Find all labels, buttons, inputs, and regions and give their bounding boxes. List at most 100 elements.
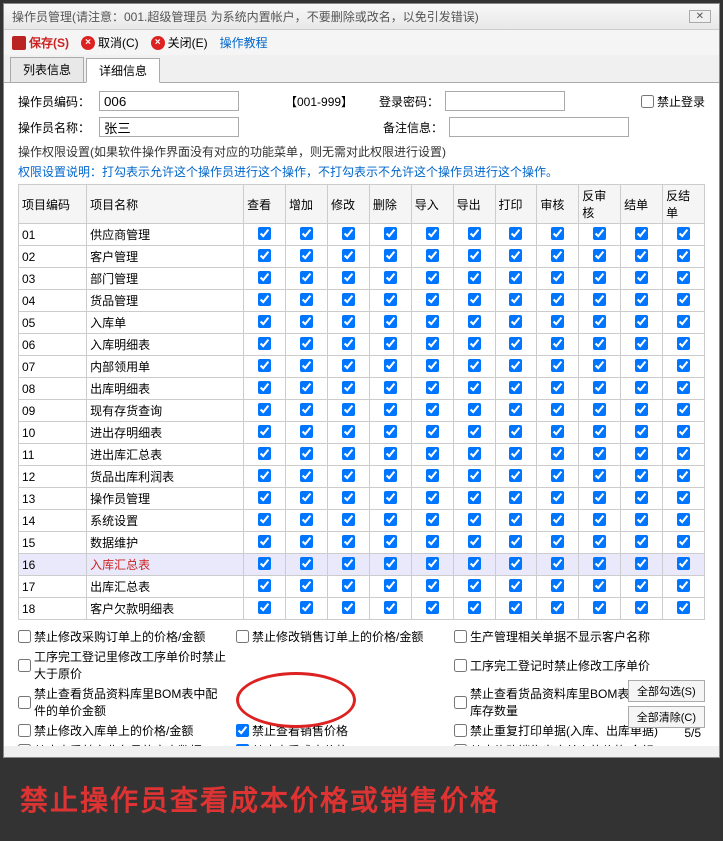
operator-code-input[interactable] — [99, 91, 239, 111]
tab-detail-info[interactable]: 详细信息 — [86, 58, 160, 83]
perm-checkbox[interactable] — [384, 513, 397, 526]
perm-checkbox[interactable] — [300, 271, 313, 284]
table-row[interactable]: 16入库汇总表 — [19, 554, 705, 576]
perm-checkbox[interactable] — [258, 381, 271, 394]
perm-checkbox[interactable] — [300, 249, 313, 262]
perm-checkbox[interactable] — [342, 381, 355, 394]
perm-checkbox[interactable] — [551, 403, 564, 416]
perm-checkbox[interactable] — [258, 337, 271, 350]
perm-checkbox[interactable] — [509, 425, 522, 438]
table-row[interactable]: 09现有存货查询 — [19, 400, 705, 422]
perm-checkbox[interactable] — [635, 337, 648, 350]
table-row[interactable]: 06入库明细表 — [19, 334, 705, 356]
perm-checkbox[interactable] — [384, 227, 397, 240]
perm-checkbox[interactable] — [635, 513, 648, 526]
perm-checkbox[interactable] — [426, 601, 439, 614]
perm-checkbox[interactable] — [342, 227, 355, 240]
clear-all-button[interactable]: 全部清除(C) — [628, 706, 705, 728]
perm-checkbox[interactable] — [551, 491, 564, 504]
perm-checkbox[interactable] — [509, 557, 522, 570]
password-input[interactable] — [445, 91, 565, 111]
perm-checkbox[interactable] — [258, 557, 271, 570]
perm-checkbox[interactable] — [551, 271, 564, 284]
table-row[interactable]: 02客户管理 — [19, 246, 705, 268]
perm-checkbox[interactable] — [468, 337, 481, 350]
perm-checkbox[interactable] — [677, 513, 690, 526]
perm-checkbox[interactable] — [384, 579, 397, 592]
perm-checkbox[interactable] — [426, 491, 439, 504]
perm-checkbox[interactable] — [677, 403, 690, 416]
perm-checkbox[interactable] — [468, 557, 481, 570]
perm-checkbox[interactable] — [509, 249, 522, 262]
perm-checkbox[interactable] — [677, 227, 690, 240]
perm-checkbox[interactable] — [509, 381, 522, 394]
window-close-button[interactable]: ✕ — [689, 10, 711, 23]
perm-checkbox[interactable] — [342, 535, 355, 548]
perm-checkbox[interactable] — [468, 513, 481, 526]
perm-checkbox[interactable] — [258, 227, 271, 240]
perm-checkbox[interactable] — [258, 579, 271, 592]
perm-checkbox[interactable] — [384, 491, 397, 504]
perm-checkbox[interactable] — [300, 425, 313, 438]
table-row[interactable]: 14系统设置 — [19, 510, 705, 532]
perm-checkbox[interactable] — [677, 359, 690, 372]
perm-checkbox[interactable] — [426, 403, 439, 416]
perm-checkbox[interactable] — [342, 403, 355, 416]
table-row[interactable]: 12货品出库利润表 — [19, 466, 705, 488]
perm-checkbox[interactable] — [509, 579, 522, 592]
perm-checkbox[interactable] — [468, 447, 481, 460]
perm-checkbox[interactable] — [384, 447, 397, 460]
restriction-checkbox[interactable]: 禁止修改销售订单上的价格/金额 — [236, 628, 446, 645]
perm-checkbox[interactable] — [677, 601, 690, 614]
perm-checkbox[interactable] — [677, 249, 690, 262]
restriction-checkbox[interactable]: 禁止修改入库单上的价格/金额 — [18, 722, 228, 739]
perm-checkbox[interactable] — [342, 359, 355, 372]
save-button[interactable]: 保存(S) — [12, 34, 69, 51]
table-row[interactable]: 03部门管理 — [19, 268, 705, 290]
perm-checkbox[interactable] — [635, 403, 648, 416]
perm-checkbox[interactable] — [342, 513, 355, 526]
perm-checkbox[interactable] — [426, 469, 439, 482]
perm-checkbox[interactable] — [593, 271, 606, 284]
perm-checkbox[interactable] — [468, 491, 481, 504]
restriction-checkbox[interactable]: 禁止查看其它业务员的客户数据 — [18, 742, 228, 746]
perm-checkbox[interactable] — [468, 425, 481, 438]
perm-checkbox[interactable] — [593, 469, 606, 482]
perm-checkbox[interactable] — [300, 315, 313, 328]
perm-checkbox[interactable] — [509, 535, 522, 548]
perm-checkbox[interactable] — [468, 359, 481, 372]
perm-checkbox[interactable] — [677, 271, 690, 284]
perm-checkbox[interactable] — [468, 579, 481, 592]
perm-checkbox[interactable] — [593, 403, 606, 416]
tab-list-info[interactable]: 列表信息 — [10, 57, 84, 82]
perm-checkbox[interactable] — [635, 359, 648, 372]
perm-checkbox[interactable] — [384, 293, 397, 306]
perm-checkbox[interactable] — [509, 513, 522, 526]
perm-checkbox[interactable] — [593, 601, 606, 614]
perm-checkbox[interactable] — [258, 249, 271, 262]
perm-checkbox[interactable] — [635, 227, 648, 240]
perm-checkbox[interactable] — [342, 447, 355, 460]
perm-checkbox[interactable] — [258, 601, 271, 614]
operator-name-input[interactable] — [99, 117, 239, 137]
close-button[interactable]: ×关闭(E) — [151, 34, 208, 51]
perm-checkbox[interactable] — [258, 513, 271, 526]
perm-checkbox[interactable] — [509, 271, 522, 284]
restriction-checkbox[interactable]: 工序完工登记里修改工序单价时禁止大于原价 — [18, 648, 228, 682]
table-row[interactable]: 17出库汇总表 — [19, 576, 705, 598]
perm-checkbox[interactable] — [593, 535, 606, 548]
perm-checkbox[interactable] — [342, 293, 355, 306]
perm-checkbox[interactable] — [468, 381, 481, 394]
perm-checkbox[interactable] — [551, 469, 564, 482]
perm-checkbox[interactable] — [551, 425, 564, 438]
perm-checkbox[interactable] — [677, 447, 690, 460]
perm-checkbox[interactable] — [426, 315, 439, 328]
perm-checkbox[interactable] — [593, 249, 606, 262]
perm-checkbox[interactable] — [677, 293, 690, 306]
perm-checkbox[interactable] — [258, 403, 271, 416]
perm-checkbox[interactable] — [258, 491, 271, 504]
perm-checkbox[interactable] — [426, 271, 439, 284]
perm-checkbox[interactable] — [551, 293, 564, 306]
perm-checkbox[interactable] — [551, 579, 564, 592]
perm-checkbox[interactable] — [551, 535, 564, 548]
